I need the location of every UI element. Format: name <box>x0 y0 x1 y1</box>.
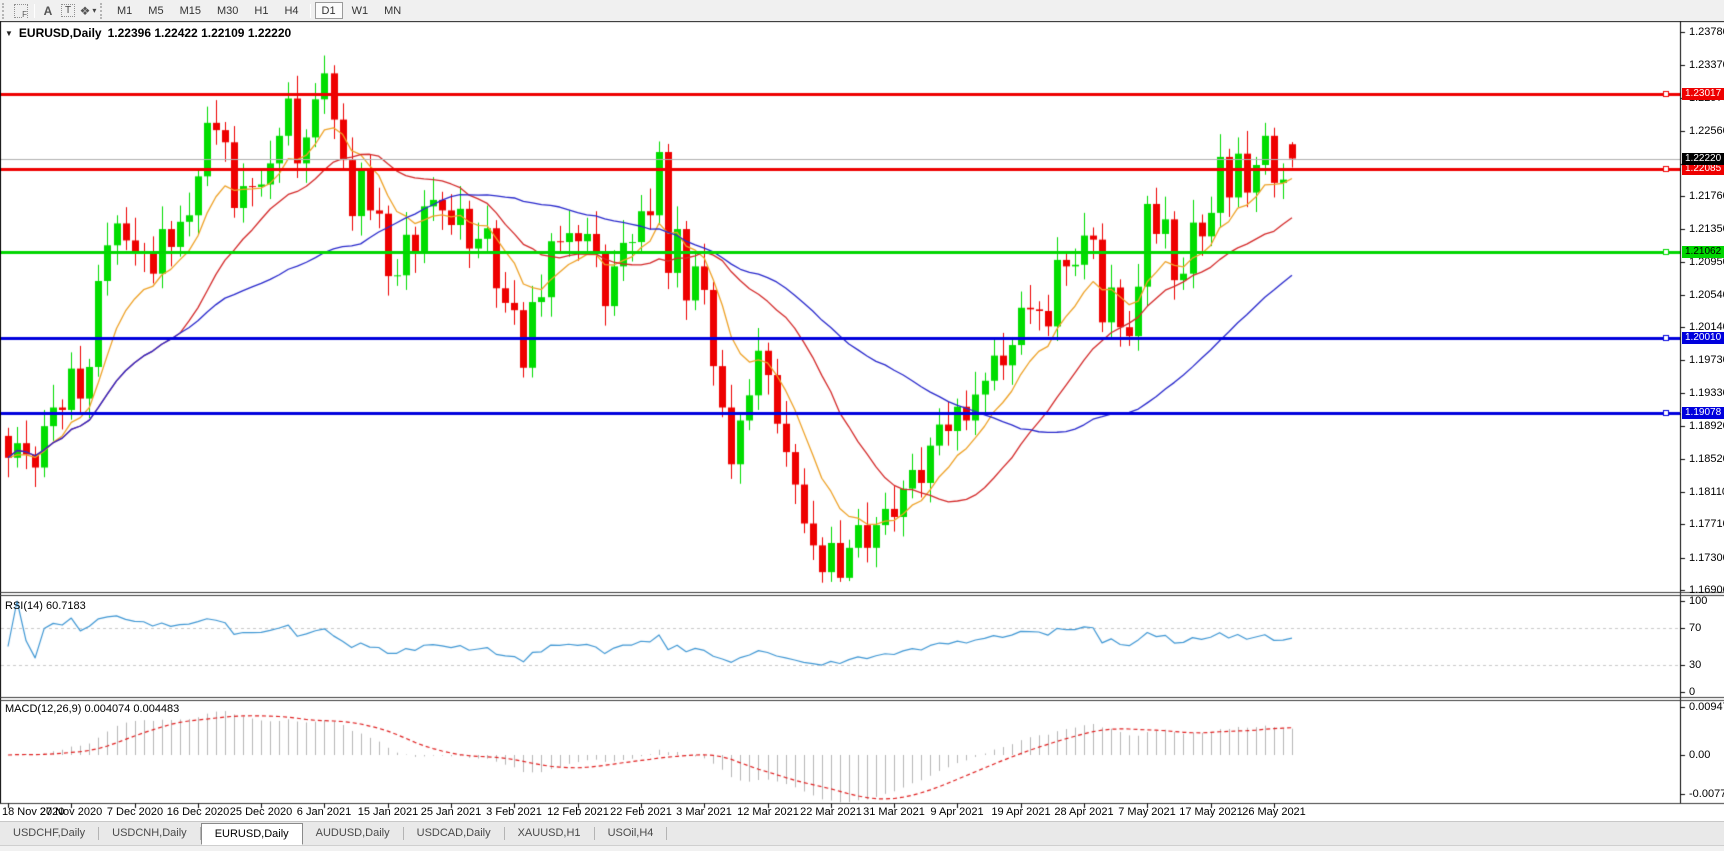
chart-tab-bar: USDCHF,Daily USDCNH,Daily EURUSD,Daily AUDU… <box>0 821 1724 845</box>
chart-window-grid-f-icon[interactable]: F <box>11 2 31 19</box>
shapes-icon[interactable]: ❖ ▾ <box>78 2 98 19</box>
ohlc-values: 1.22396 1.22422 1.22109 1.22220 <box>107 26 292 40</box>
price-axis-tick-label: 1.19330 <box>1689 387 1724 399</box>
chart-tab-audusd-daily[interactable]: AUDUSD,Daily <box>303 823 403 844</box>
text-a-icon[interactable]: A <box>38 2 58 19</box>
tab-divider <box>666 827 668 840</box>
date-axis-label: 3 Mar 2021 <box>676 806 732 818</box>
macd-indicator-label: MACD(12,26,9) 0.004074 0.004483 <box>5 703 180 715</box>
rsi-axis-tick-label: 30 <box>1689 659 1702 671</box>
date-axis-label: 15 Jan 2021 <box>357 806 419 818</box>
rsi-indicator-label: RSI(14) 60.7183 <box>5 600 86 612</box>
price-axis-tick-label: 1.23780 <box>1689 26 1724 38</box>
timeframe-m1-button[interactable]: M1 <box>110 2 139 19</box>
timeframe-w1-button[interactable]: W1 <box>345 2 376 19</box>
macd-axis-tick-label: -0.00777 <box>1689 788 1724 800</box>
toolbar-grip-handle[interactable] <box>100 2 105 19</box>
date-axis-label: 9 Apr 2021 <box>930 806 984 818</box>
chart-tab-usdcad-daily[interactable]: USDCAD,Daily <box>404 823 504 844</box>
date-axis-label: 7 May 2021 <box>1118 806 1176 818</box>
macd-axis-tick-label: 0.009478 <box>1689 701 1724 713</box>
toolbar-separator <box>309 3 311 18</box>
toolbar-separator <box>34 3 35 18</box>
timeframe-m30-button[interactable]: M30 <box>210 2 245 19</box>
hline-price-label[interactable]: 1.21062 <box>1682 246 1724 258</box>
status-strip <box>0 845 1724 851</box>
date-axis-label: 28 Apr 2021 <box>1054 806 1114 818</box>
trading-terminal-window: F A T ❖ ▾ M1 M5 M15 M30 H1 H4 D1 W1 MN ▼… <box>0 0 1724 851</box>
timeframe-mn-button[interactable]: MN <box>377 2 408 19</box>
price-axis-tick-label: 1.23370 <box>1689 59 1724 71</box>
price-axis-tick-label: 1.17710 <box>1689 518 1724 530</box>
price-axis-tick-label: 1.18920 <box>1689 420 1724 432</box>
dropdown-caret-icon[interactable]: ▾ <box>92 6 96 15</box>
chart-tab-usoil-h4[interactable]: USOil,H4 <box>595 823 667 844</box>
hline-price-label[interactable]: 1.20010 <box>1682 332 1724 344</box>
date-axis-label: 12 Feb 2021 <box>547 806 609 818</box>
chart-tab-eurusd-daily[interactable]: EURUSD,Daily <box>200 823 303 845</box>
price-chart-canvas[interactable] <box>0 0 1724 851</box>
chart-tab-usdcnh-daily[interactable]: USDCNH,Daily <box>99 823 200 844</box>
date-axis-label: 7 Dec 2020 <box>106 806 164 818</box>
bid-price-label: 1.22220 <box>1682 153 1724 165</box>
macd-axis-tick-label: 0.00 <box>1689 749 1711 761</box>
price-axis-tick-label: 1.17300 <box>1689 552 1724 564</box>
symbol-period-label: EURUSD,Daily <box>18 26 102 40</box>
timeframe-h4-button[interactable]: H4 <box>277 2 305 19</box>
rsi-axis-tick-label: 70 <box>1689 622 1702 634</box>
date-axis-label: 17 May 2021 <box>1179 806 1243 818</box>
date-axis-label: 12 Mar 2021 <box>737 806 799 818</box>
date-axis-label: 19 Apr 2021 <box>991 806 1051 818</box>
timeframe-m15-button[interactable]: M15 <box>173 2 208 19</box>
hline-price-label[interactable]: 1.19078 <box>1682 407 1724 419</box>
chart-tab-usdchf-daily[interactable]: USDCHF,Daily <box>0 823 98 844</box>
price-axis-tick-label: 1.18110 <box>1689 486 1724 498</box>
rsi-axis-tick-label: 100 <box>1689 595 1708 607</box>
toolbar: F A T ❖ ▾ M1 M5 M15 M30 H1 H4 D1 W1 MN <box>0 0 1724 21</box>
timeframe-d1-button[interactable]: D1 <box>314 2 343 19</box>
hline-price-label[interactable]: 1.23017 <box>1682 88 1724 100</box>
text-label-t-icon[interactable]: T <box>58 2 78 19</box>
timeframe-m5-button[interactable]: M5 <box>141 2 170 19</box>
price-axis-tick-label: 1.20540 <box>1689 289 1724 301</box>
rsi-axis-tick-label: 0 <box>1689 686 1696 698</box>
date-axis-label: 3 Feb 2021 <box>486 806 542 818</box>
date-axis-label: 22 Feb 2021 <box>610 806 672 818</box>
date-axis-label: 6 Jan 2021 <box>296 806 352 818</box>
toolbar-grip-handle[interactable] <box>2 2 7 19</box>
date-axis-label: 22 Mar 2021 <box>800 806 862 818</box>
price-axis-tick-label: 1.18520 <box>1689 453 1724 465</box>
price-axis-tick-label: 1.19730 <box>1689 354 1724 366</box>
date-axis-label: 27 Nov 2020 <box>39 806 103 818</box>
chart-tab-xauusd-h1[interactable]: XAUUSD,H1 <box>505 823 594 844</box>
chart-title: ▼ EURUSD,Daily 1.22396 1.22422 1.22109 1… <box>5 26 291 40</box>
date-axis-label: 26 May 2021 <box>1242 806 1306 818</box>
price-axis-tick-label: 1.21760 <box>1689 190 1724 202</box>
price-axis-tick-label: 1.22560 <box>1689 125 1724 137</box>
timeframe-h1-button[interactable]: H1 <box>247 2 275 19</box>
date-axis-label: 25 Jan 2021 <box>420 806 482 818</box>
date-axis-label: 25 Dec 2020 <box>229 806 293 818</box>
date-axis-label: 16 Dec 2020 <box>166 806 230 818</box>
date-axis-label: 31 Mar 2021 <box>863 806 925 818</box>
price-axis-tick-label: 1.21350 <box>1689 223 1724 235</box>
collapse-chart-icon[interactable]: ▼ <box>5 29 13 38</box>
